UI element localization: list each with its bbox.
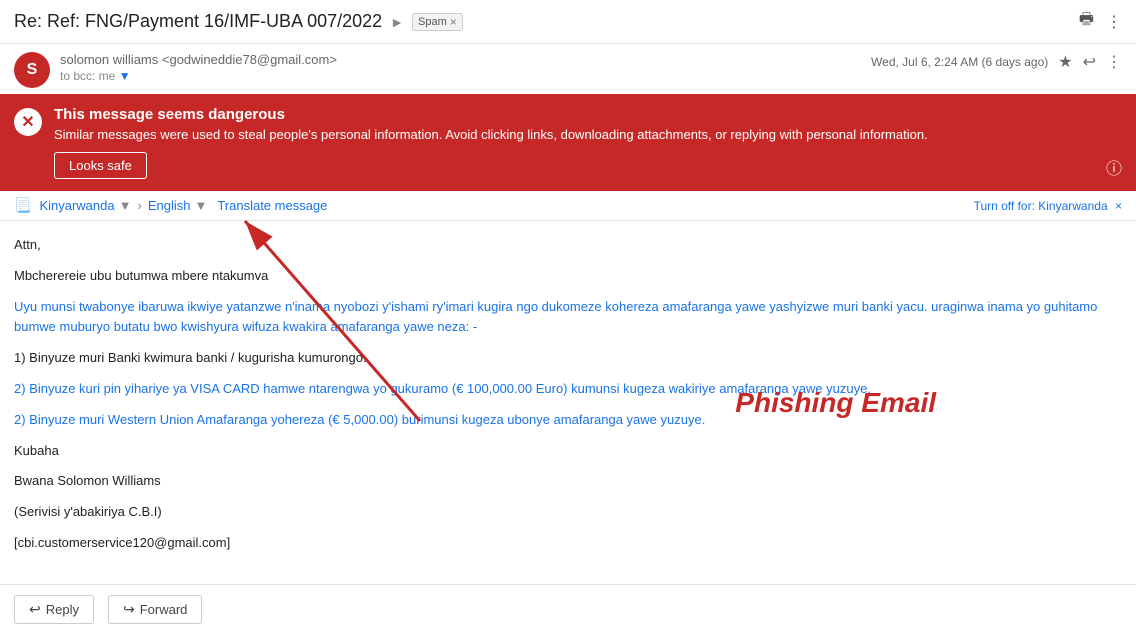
danger-x-icon: ✕ (21, 112, 34, 132)
star-icon[interactable]: ★ (1058, 52, 1072, 72)
danger-title: This message seems dangerous (54, 106, 1122, 123)
body-para2: 2) Binyuze kuri pin yihariye ya VISA CAR… (14, 379, 1122, 400)
danger-content: This message seems dangerous Similar mes… (54, 106, 1122, 179)
translate-left: 📃 Kinyarwanda ▼ › English ▼ Translate me… (14, 197, 327, 214)
body-closing1: Kubaha (14, 441, 1122, 462)
sender-name: solomon williams <godwineddie78@gmail.co… (60, 52, 337, 67)
show-details-button[interactable]: ▼ (119, 69, 131, 83)
forward-label: Forward (140, 602, 188, 617)
looks-safe-button[interactable]: Looks safe (54, 152, 147, 179)
translate-icon: 📃 (14, 197, 31, 214)
spam-label: Spam (418, 16, 447, 28)
email-date: Wed, Jul 6, 2:24 AM (6 days ago) (871, 55, 1048, 69)
avatar: S (14, 52, 50, 88)
danger-icon: ✕ (14, 108, 42, 136)
more-icon[interactable]: ⋮ (1106, 52, 1122, 72)
sender-info: solomon williams <godwineddie78@gmail.co… (60, 52, 337, 83)
forward-icon[interactable]: ► (390, 14, 404, 30)
print-icon[interactable]: 🖶 (1079, 8, 1094, 35)
sender-left: S solomon williams <godwineddie78@gmail.… (14, 52, 337, 88)
translate-bar: 📃 Kinyarwanda ▼ › English ▼ Translate me… (0, 191, 1136, 221)
translate-arrow-icon: › (137, 198, 141, 213)
sender-email: <godwineddie78@gmail.com> (162, 52, 337, 67)
danger-description: Similar messages were used to steal peop… (54, 127, 1122, 142)
reply-button[interactable]: ↩ Reply (14, 595, 94, 624)
bottom-action-bar: ↩ Reply ↪ Forward (0, 584, 1136, 634)
body-closing2: Bwana Solomon Williams (14, 471, 1122, 492)
forward-btn-icon: ↪ (123, 601, 135, 618)
forward-button[interactable]: ↪ Forward (108, 595, 202, 624)
sender-to: to bcc: me ▼ (60, 69, 337, 83)
reply-btn-icon: ↩ (29, 601, 41, 618)
body-item1: 1) Binyuze muri Banki kwimura banki / ku… (14, 348, 1122, 369)
translate-message-button[interactable]: Translate message (217, 198, 327, 213)
sender-row: S solomon williams <godwineddie78@gmail.… (0, 44, 1136, 94)
danger-banner: ✕ This message seems dangerous Similar m… (0, 94, 1136, 191)
email-subject: Re: Ref: FNG/Payment 16/IMF-UBA 007/2022… (14, 11, 463, 32)
body-closing4: [cbi.customerservice120@gmail.com] (14, 533, 1122, 554)
spam-badge: Spam × (412, 13, 463, 31)
reply-icon[interactable]: ↩ (1083, 52, 1096, 72)
to-language[interactable]: English (148, 198, 191, 213)
body-line1: Attn, (14, 235, 1122, 256)
action-icons: ★ ↩ ⋮ (1058, 52, 1122, 72)
body-line2: Mbcherereie ubu butumwa mbere ntakumva (14, 266, 1122, 287)
turn-off-label: Turn off for: Kinyarwanda (974, 199, 1108, 213)
sender-right: Wed, Jul 6, 2:24 AM (6 days ago) ★ ↩ ⋮ (871, 52, 1122, 72)
header-icons: 🖶 ⋮ (1079, 8, 1122, 35)
reply-label: Reply (46, 602, 79, 617)
from-language[interactable]: Kinyarwanda (39, 198, 114, 213)
email-body: Attn, Mbcherereie ubu butumwa mbere ntak… (0, 221, 1136, 584)
email-header-bar: Re: Ref: FNG/Payment 16/IMF-UBA 007/2022… (0, 0, 1136, 44)
subject-text: Re: Ref: FNG/Payment 16/IMF-UBA 007/2022 (14, 11, 382, 32)
translate-right: Turn off for: Kinyarwanda × (974, 199, 1122, 213)
body-closing3: (Serivisi y'abakiriya C.B.I) (14, 502, 1122, 523)
help-icon[interactable]: ⓘ (1106, 155, 1122, 179)
turn-off-close-button[interactable]: × (1115, 199, 1122, 213)
body-para3: 2) Binyuze muri Western Union Amafaranga… (14, 410, 1122, 431)
body-para1: Uyu munsi twabonye ibaruwa ikwiye yatanz… (14, 297, 1122, 339)
spam-remove-button[interactable]: × (450, 15, 457, 29)
more-options-icon[interactable]: ⋮ (1106, 12, 1122, 32)
